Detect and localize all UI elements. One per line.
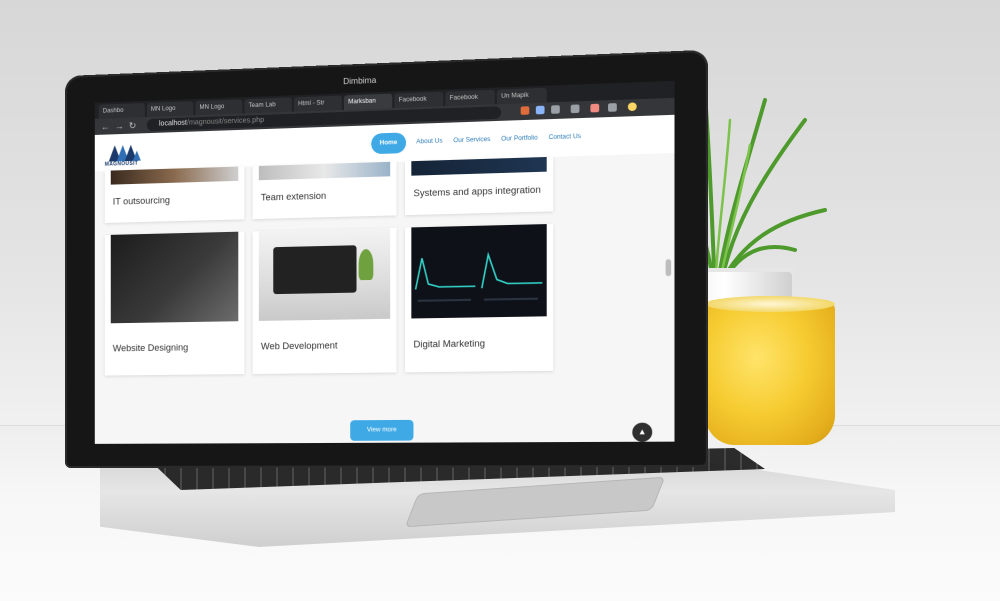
yellow-mug — [705, 300, 835, 445]
reload-icon[interactable]: ↻ — [129, 119, 137, 131]
nav-about-us[interactable]: About Us — [416, 138, 442, 145]
service-image — [411, 224, 546, 318]
laptop-lid: Dimbima Dashbo MN Logo MN Logo Team Lab … — [65, 50, 708, 468]
service-title: Systems and apps integration — [413, 184, 540, 198]
service-card[interactable]: Website Designing — [105, 232, 245, 376]
extension-icon[interactable] — [590, 104, 599, 113]
view-more-button[interactable]: View more — [350, 420, 413, 441]
service-card[interactable]: Team extension — [253, 162, 397, 219]
nav-home[interactable]: Home — [371, 132, 405, 154]
plant-photo — [359, 249, 374, 280]
service-title: IT outsourcing — [113, 195, 170, 207]
service-image — [111, 232, 239, 324]
extension-icon[interactable] — [536, 106, 545, 115]
nav-our-services[interactable]: Our Services — [453, 137, 490, 144]
extension-icon[interactable] — [608, 103, 617, 112]
bezel-label: Dimbima — [329, 73, 390, 90]
analytics-chart — [411, 224, 546, 318]
extension-icon[interactable] — [571, 104, 580, 113]
extension-icon[interactable] — [521, 106, 530, 115]
profile-avatar[interactable] — [628, 102, 637, 111]
mug-rim — [705, 296, 835, 312]
services-section: IT outsourcing Team extension Systems an… — [95, 153, 675, 444]
chevron-up-icon[interactable]: ▲ — [632, 423, 652, 442]
service-title: Digital Marketing — [413, 338, 485, 349]
nav-contact-us[interactable]: Contact Us — [549, 134, 581, 141]
service-image — [259, 162, 390, 180]
service-card[interactable]: IT outsourcing — [105, 166, 245, 223]
service-image — [411, 157, 546, 176]
service-card[interactable]: Systems and apps integration — [405, 157, 553, 215]
laptop-screen: Dashbo MN Logo MN Logo Team Lab Html - S… — [95, 81, 675, 444]
service-image — [259, 228, 390, 321]
service-title: Website Designing — [113, 342, 188, 353]
service-card[interactable]: Digital Marketing — [405, 224, 553, 372]
logo-text: MAGNOUSIT — [105, 161, 138, 168]
extension-icon[interactable] — [551, 105, 560, 114]
service-title: Team extension — [261, 191, 326, 203]
service-card[interactable]: Web Development — [253, 228, 397, 374]
url-path: /magnousit/services.php — [187, 117, 264, 127]
site-nav: Home About Us Our Services Our Portfolio… — [371, 126, 581, 154]
service-image — [111, 167, 239, 185]
service-title: Web Development — [261, 340, 338, 351]
forward-icon[interactable]: → — [115, 120, 124, 132]
page-scrollbar[interactable] — [666, 259, 672, 276]
nav-our-portfolio[interactable]: Our Portfolio — [501, 135, 537, 142]
back-icon[interactable]: ← — [101, 120, 110, 132]
url-host: localhost — [159, 120, 187, 128]
laptop-photo — [273, 245, 356, 294]
